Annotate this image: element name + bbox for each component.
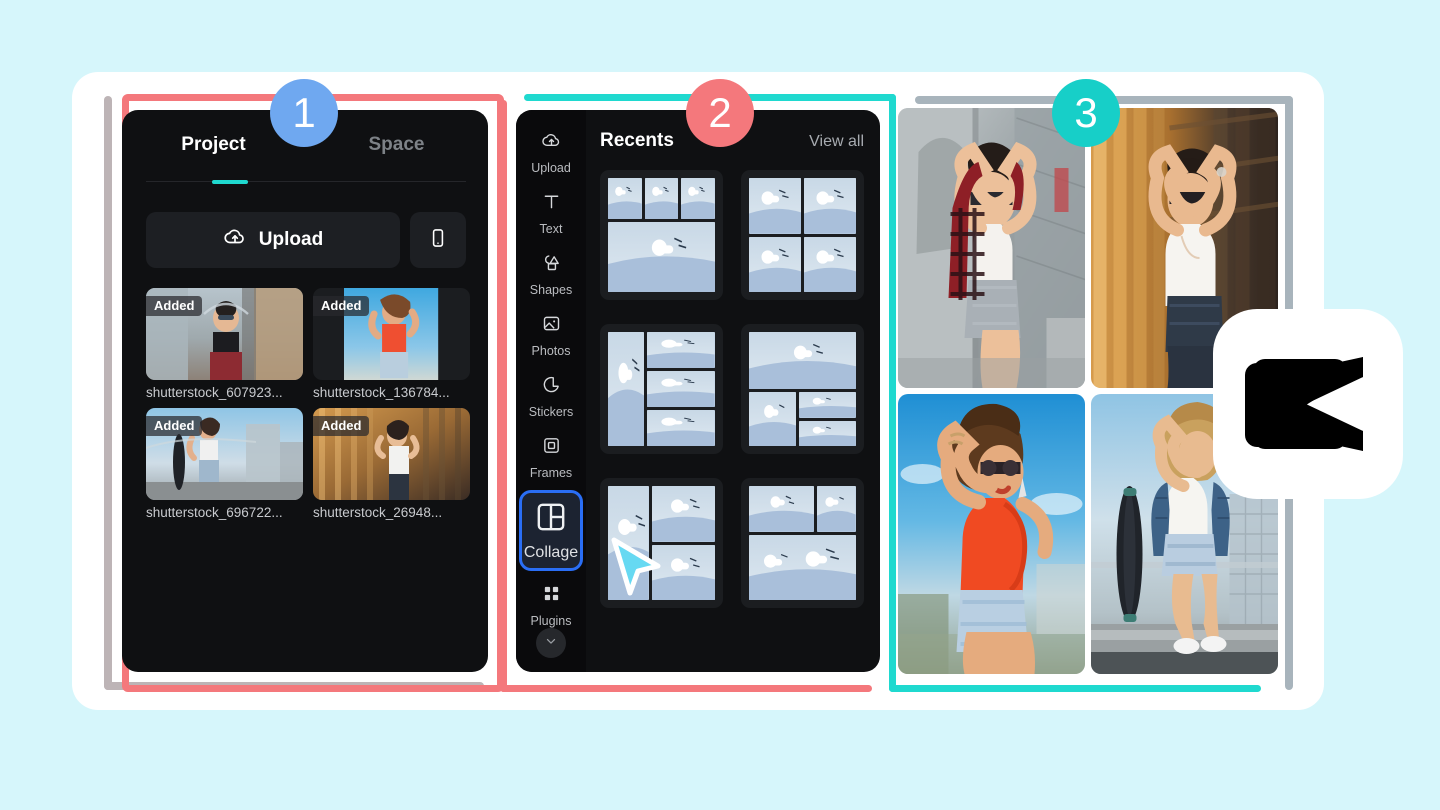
upload-button[interactable]: Upload bbox=[146, 212, 400, 268]
chevron-down-icon bbox=[544, 634, 558, 653]
media-item[interactable]: Added shutterstock_136784... bbox=[313, 288, 470, 400]
media-filename: shutterstock_607923... bbox=[146, 385, 283, 400]
media-item[interactable]: Added shutterstock_607923... bbox=[146, 288, 303, 400]
media-thumbnail[interactable]: Added bbox=[313, 408, 470, 500]
rail-item-label: Collage bbox=[523, 544, 579, 561]
media-item[interactable]: Added shutterstock_26948... bbox=[313, 408, 470, 520]
media-thumbnail[interactable]: Added bbox=[146, 288, 303, 380]
grid-apps-icon bbox=[541, 583, 562, 609]
sticker-icon bbox=[541, 374, 562, 400]
mobile-phone-icon bbox=[427, 227, 449, 254]
rail-item-frames[interactable]: Frames bbox=[520, 429, 582, 484]
media-grid: Added shutterstock_607923... Added shutt… bbox=[146, 288, 470, 520]
tpl-cell bbox=[647, 332, 715, 368]
mouse-pointer bbox=[608, 536, 662, 598]
frame-icon bbox=[541, 435, 562, 461]
shapes-icon bbox=[541, 252, 562, 278]
tpl-cell bbox=[817, 486, 856, 532]
rail-item-label: Text bbox=[539, 222, 563, 236]
cloud-upload-icon bbox=[541, 130, 562, 156]
photo-woman-orange-top[interactable] bbox=[898, 394, 1085, 674]
collage-template-2-top-2-bottom[interactable] bbox=[741, 478, 864, 608]
added-badge: Added bbox=[146, 416, 203, 436]
tpl-cell bbox=[799, 392, 856, 418]
capcut-logo bbox=[1213, 309, 1403, 499]
collage-template-2x2[interactable] bbox=[741, 170, 864, 300]
tpl-cell bbox=[749, 392, 797, 446]
rail-item-label: Photos bbox=[531, 344, 571, 358]
tpl-cell bbox=[749, 236, 801, 292]
collage-panel: Upload Text Shapes Photos Stickers Frame… bbox=[516, 110, 880, 672]
rail-item-label: Stickers bbox=[528, 405, 574, 419]
tool-rail: Upload Text Shapes Photos Stickers Frame… bbox=[516, 110, 586, 672]
mobile-upload-button[interactable] bbox=[410, 212, 466, 268]
collage-template-1-top-3-bottom[interactable] bbox=[741, 324, 864, 454]
tpl-cell bbox=[644, 178, 679, 220]
tpl-cell bbox=[799, 420, 856, 446]
tab-project[interactable]: Project bbox=[122, 134, 305, 156]
rail-item-label: Plugins bbox=[530, 614, 572, 628]
added-badge: Added bbox=[313, 416, 370, 436]
cloud-upload-icon bbox=[223, 225, 247, 255]
photo-woman-plaid-shirt[interactable] bbox=[898, 108, 1085, 388]
media-thumbnail[interactable]: Added bbox=[146, 408, 303, 500]
bracket-red-panel2-bottom bbox=[500, 685, 872, 692]
text-icon bbox=[541, 191, 562, 217]
rail-item-shapes[interactable]: Shapes bbox=[520, 246, 582, 301]
recents-title: Recents bbox=[600, 130, 674, 151]
rail-item-label: Frames bbox=[529, 466, 573, 480]
rail-item-label: Shapes bbox=[529, 283, 573, 297]
added-badge: Added bbox=[146, 296, 203, 316]
upload-button-label: Upload bbox=[258, 229, 324, 250]
media-item[interactable]: Added shutterstock_696722... bbox=[146, 408, 303, 520]
tpl-cell bbox=[749, 178, 801, 234]
tab-space[interactable]: Space bbox=[305, 134, 488, 156]
media-thumbnail[interactable]: Added bbox=[313, 288, 470, 380]
tpl-cell bbox=[749, 486, 815, 532]
bracket-teal-panel3-bottom bbox=[889, 685, 1261, 692]
rail-item-photos[interactable]: Photos bbox=[520, 307, 582, 362]
view-all-link[interactable]: View all bbox=[809, 133, 864, 151]
tpl-cell bbox=[681, 178, 715, 220]
image-icon bbox=[541, 313, 562, 339]
tpl-cell bbox=[608, 178, 642, 220]
media-filename: shutterstock_136784... bbox=[313, 385, 450, 400]
step-badge-3: 3 bbox=[1052, 79, 1120, 147]
tab-divider bbox=[146, 181, 466, 182]
rail-item-stickers[interactable]: Stickers bbox=[520, 368, 582, 423]
rail-item-plugins[interactable]: Plugins bbox=[520, 577, 582, 632]
tpl-cell bbox=[749, 534, 856, 600]
rail-item-collage[interactable]: Collage bbox=[519, 490, 583, 571]
step-badge-2: 2 bbox=[686, 79, 754, 147]
rail-item-upload[interactable]: Upload bbox=[520, 124, 582, 179]
rail-item-label: Upload bbox=[531, 161, 571, 175]
added-badge: Added bbox=[313, 296, 370, 316]
rail-item-text[interactable]: Text bbox=[520, 185, 582, 240]
media-filename: shutterstock_26948... bbox=[313, 505, 443, 520]
bracket-gray-panel1-left bbox=[104, 96, 112, 690]
step-badge-1: 1 bbox=[270, 79, 338, 147]
tpl-cell bbox=[651, 486, 715, 542]
collage-template-3-left-1-right[interactable] bbox=[600, 324, 723, 454]
collage-icon bbox=[534, 500, 568, 539]
rail-collapse-button[interactable] bbox=[536, 628, 566, 658]
bracket-red-panel2-left bbox=[500, 100, 507, 692]
tpl-cell bbox=[608, 222, 715, 292]
tpl-cell bbox=[647, 371, 715, 407]
tpl-cell bbox=[804, 178, 856, 234]
collage-template-3-top-1-bottom[interactable] bbox=[600, 170, 723, 300]
tpl-cell bbox=[647, 410, 715, 446]
tpl-cell bbox=[608, 332, 645, 446]
upload-row: Upload bbox=[146, 212, 466, 268]
tpl-cell bbox=[749, 332, 856, 389]
tab-active-underline bbox=[212, 180, 248, 184]
media-filename: shutterstock_696722... bbox=[146, 505, 283, 520]
bracket-teal-panel3-left bbox=[889, 98, 896, 692]
tpl-cell bbox=[804, 236, 856, 292]
